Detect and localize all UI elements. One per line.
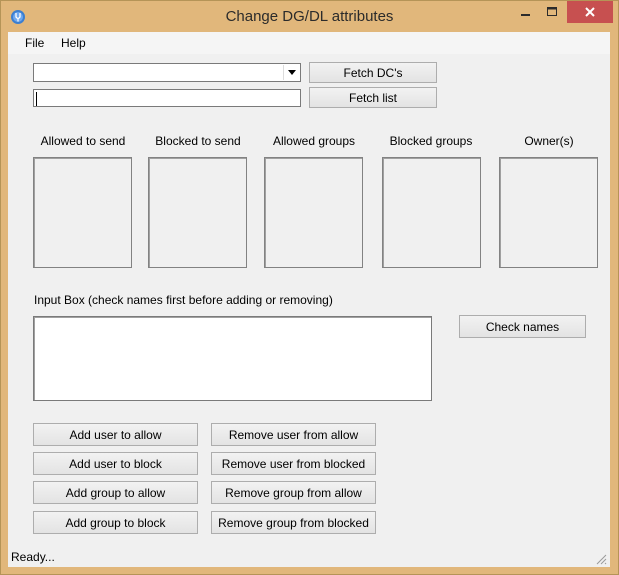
menu-bar: File Help — [8, 32, 610, 54]
app-window: Change DG/DL attributes File Help Fetch … — [0, 0, 619, 575]
owners-list[interactable] — [499, 157, 598, 268]
maximize-icon — [547, 7, 557, 16]
title-bar[interactable]: Change DG/DL attributes — [1, 1, 618, 32]
maximize-button[interactable] — [539, 1, 565, 23]
blocked-groups-label: Blocked groups — [389, 134, 473, 148]
remove-group-from-blocked-button[interactable]: Remove group from blocked — [211, 511, 376, 534]
status-text: Ready... — [11, 550, 55, 564]
text-caret — [36, 92, 37, 106]
remove-group-from-allow-button[interactable]: Remove group from allow — [211, 481, 376, 504]
chevron-down-icon — [287, 70, 296, 75]
remove-user-from-blocked-button[interactable]: Remove user from blocked — [211, 452, 376, 475]
allowed-groups-list[interactable] — [264, 157, 363, 268]
allowed-groups-label: Allowed groups — [272, 134, 356, 148]
fetch-list-button[interactable]: Fetch list — [309, 87, 437, 108]
add-group-to-block-button[interactable]: Add group to block — [33, 511, 198, 534]
check-names-button[interactable]: Check names — [459, 315, 586, 338]
close-icon — [585, 7, 595, 17]
dropdown-arrow[interactable] — [283, 65, 299, 80]
blocked-to-send-list[interactable] — [148, 157, 247, 268]
add-user-to-block-button[interactable]: Add user to block — [33, 452, 198, 475]
owners-label: Owner(s) — [524, 134, 574, 148]
minimize-icon — [521, 14, 530, 16]
blocked-to-send-label: Blocked to send — [155, 134, 241, 148]
input-box-label: Input Box (check names first before addi… — [34, 293, 333, 307]
allowed-to-send-list[interactable] — [33, 157, 132, 268]
client-area: File Help Fetch DC's Fetch list Allowed … — [8, 32, 610, 567]
close-button[interactable] — [567, 1, 613, 23]
menu-help[interactable]: Help — [54, 32, 93, 54]
menu-file[interactable]: File — [18, 32, 51, 54]
add-user-to-allow-button[interactable]: Add user to allow — [33, 423, 198, 446]
remove-user-from-allow-button[interactable]: Remove user from allow — [211, 423, 376, 446]
resize-grip-icon[interactable] — [595, 552, 607, 565]
list-input[interactable] — [33, 89, 301, 107]
allowed-to-send-label: Allowed to send — [40, 134, 126, 148]
add-group-to-allow-button[interactable]: Add group to allow — [33, 481, 198, 504]
blocked-groups-list[interactable] — [382, 157, 481, 268]
fetch-dcs-button[interactable]: Fetch DC's — [309, 62, 437, 83]
minimize-button[interactable] — [513, 1, 539, 23]
input-box[interactable] — [33, 316, 432, 401]
dc-combobox[interactable] — [33, 63, 301, 82]
